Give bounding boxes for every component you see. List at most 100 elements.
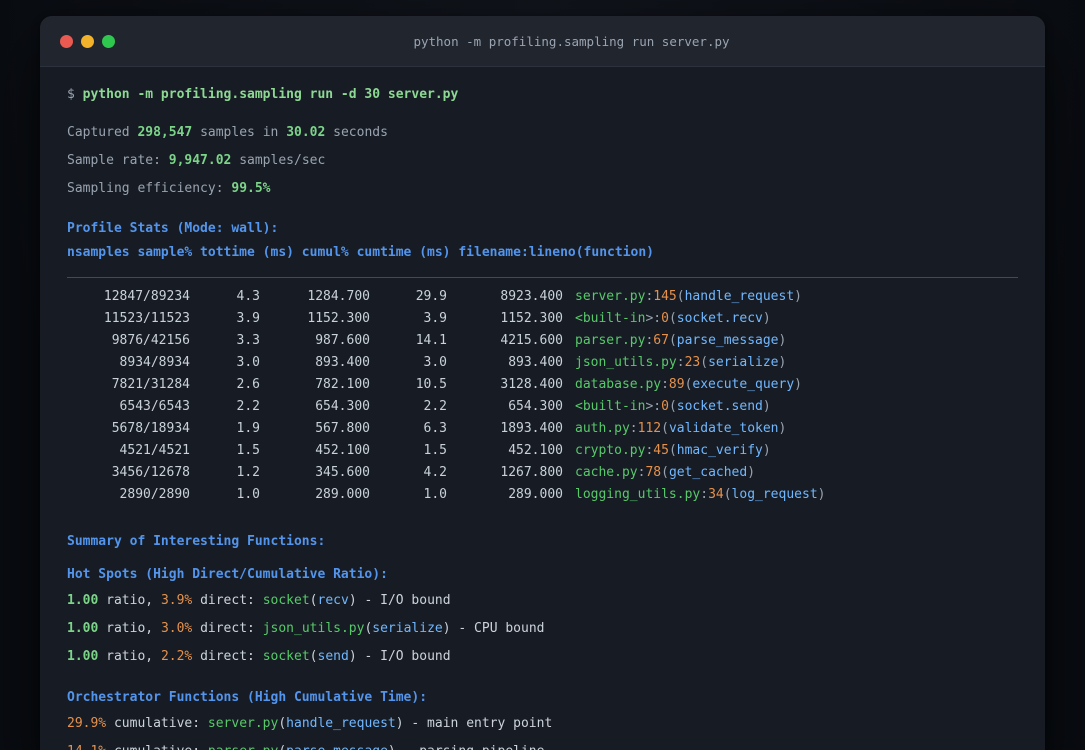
file-name: auth.py [575, 421, 630, 436]
cell-cumtime: 893.400 [508, 355, 563, 370]
file-separator: : [629, 421, 638, 436]
file-name: server.py [575, 289, 646, 304]
function-name: get_cached [668, 465, 748, 480]
profile-row: 5678/18934 1.9 567.800 6.3 1893.400 auth.py:1… [67, 418, 1018, 440]
direct-pct: 3.0% [160, 621, 193, 636]
paren-close: ) [778, 421, 787, 436]
window-controls [60, 34, 115, 48]
line-number: 23 [684, 355, 701, 370]
close-button[interactable] [60, 34, 73, 48]
paren-open: ( [676, 289, 685, 304]
table-divider [67, 277, 1018, 278]
cell-tottime: 345.600 [315, 465, 370, 480]
cell-cumtime: 1893.400 [500, 421, 563, 436]
cell-function: crypto.py:45(hmac_verify) [575, 440, 771, 462]
direct-label: direct: [200, 593, 255, 608]
cell-nsamples: 7821/31284 [111, 377, 190, 392]
file-name: parser.py [575, 333, 646, 348]
paren-close: ) [762, 311, 771, 326]
profile-row: 9876/42156 3.3 987.600 14.1 4215.600 parser.p… [67, 330, 1018, 352]
role-note: - parsing pipeline [404, 744, 545, 750]
paren-open: ( [668, 399, 677, 414]
captured-unit: seconds [333, 125, 388, 140]
captured-duration: 30.02 [286, 125, 326, 140]
module-name: socket [262, 593, 310, 608]
profile-row: 4521/4521 1.5 452.100 1.5 452.100 crypto.py:4… [67, 440, 1018, 462]
file-separator: : [676, 355, 685, 370]
cell-sample-pct: 1.2 [236, 465, 260, 480]
module-name: socket [262, 649, 310, 664]
summary-heading: Summary of Interesting Functions: [67, 534, 326, 549]
cell-function: cache.py:78(get_cached) [575, 462, 755, 484]
paren-open: ( [668, 333, 677, 348]
paren-close: ) [778, 355, 787, 370]
cell-nsamples: 12847/89234 [103, 289, 190, 304]
cell-nsamples: 3456/12678 [111, 465, 190, 480]
line-number: 0 [661, 311, 669, 326]
captured-label: Captured [67, 125, 130, 140]
paren-close: ) [348, 649, 357, 664]
cell-tottime: 782.100 [315, 377, 370, 392]
window-title: python -m profiling.sampling run server.… [413, 33, 730, 49]
cell-tottime: 987.600 [315, 333, 370, 348]
cell-sample-pct: 3.3 [236, 333, 260, 348]
cell-function: json_utils.py:23(serialize) [575, 352, 786, 374]
cell-cumtime: 452.100 [508, 443, 563, 458]
paren-open: ( [661, 465, 669, 480]
paren-close: ) [794, 289, 802, 304]
cell-sample-pct: 1.9 [236, 421, 260, 436]
profile-stats-heading: Profile Stats (Mode: wall): [67, 221, 279, 236]
cell-sample-pct: 2.2 [236, 399, 260, 414]
cell-cumul-pct: 1.0 [423, 487, 447, 502]
cell-cumtime: 289.000 [508, 487, 563, 502]
command-line: $ python -m profiling.sampling run -d 30… [67, 81, 1018, 109]
paren-close: ) [817, 487, 826, 502]
cell-cumul-pct: 10.5 [415, 377, 447, 392]
cell-cumtime: 3128.400 [500, 377, 563, 392]
bound-note: - I/O bound [364, 649, 451, 664]
cell-tottime: 452.100 [315, 443, 370, 458]
orchestrators-list: 29.9% cumulative: server.py(handle_reque… [67, 710, 1018, 750]
paren-open: ( [668, 443, 677, 458]
paren-close: ) [778, 333, 787, 348]
titlebar: python -m profiling.sampling run server.… [40, 16, 1045, 67]
role-note: - main entry point [411, 716, 553, 731]
cell-nsamples: 8934/8934 [119, 355, 190, 370]
cell-tottime: 289.000 [315, 487, 370, 502]
function-name: socket.send [676, 399, 763, 414]
sample-rate-value: 9,947.02 [168, 153, 232, 168]
hot-spot-line: 1.00 ratio, 3.9% direct: socket(recv) - … [67, 587, 1018, 615]
prompt: $ [67, 87, 75, 102]
paren-close: ) [442, 621, 451, 636]
function-name: parse_message [286, 744, 388, 750]
cell-cumul-pct: 29.9 [415, 289, 447, 304]
bound-note: - CPU bound [458, 621, 545, 636]
function-name: parse_message [676, 333, 779, 348]
ratio-value: 1.00 [67, 649, 99, 664]
direct-label: direct: [200, 649, 255, 664]
minimize-button[interactable] [81, 34, 94, 48]
captured-line: Captured 298,547 samples in 30.02 second… [67, 119, 1018, 147]
cell-nsamples: 11523/11523 [103, 311, 190, 326]
cell-cumtime: 1152.300 [500, 311, 563, 326]
hot-spot-line: 1.00 ratio, 3.0% direct: json_utils.py(s… [67, 615, 1018, 643]
cell-function: server.py:145(handle_request) [575, 286, 802, 308]
cell-cumtime: 8923.400 [500, 289, 563, 304]
function-name: validate_token [668, 421, 779, 436]
cell-cumul-pct: 1.5 [423, 443, 447, 458]
file-name: json_utils.py [575, 355, 677, 370]
cell-nsamples: 6543/6543 [119, 399, 190, 414]
cell-sample-pct: 3.9 [236, 311, 260, 326]
paren-open: ( [309, 649, 318, 664]
cell-tottime: 654.300 [315, 399, 370, 414]
sample-rate-label: Sample rate: [67, 153, 161, 168]
orchestrator-function: parser.py(parse_message) [208, 744, 396, 750]
line-number: 67 [653, 333, 669, 348]
sample-rate-unit: samples/sec [239, 153, 326, 168]
ratio-value: 1.00 [67, 621, 99, 636]
zoom-button[interactable] [102, 34, 115, 48]
function-name: socket.recv [676, 311, 763, 326]
profile-row: 2890/2890 1.0 289.000 1.0 289.000 logging_uti… [67, 484, 1018, 506]
bound-note: - I/O bound [364, 593, 451, 608]
module-name: server.py [207, 716, 279, 731]
